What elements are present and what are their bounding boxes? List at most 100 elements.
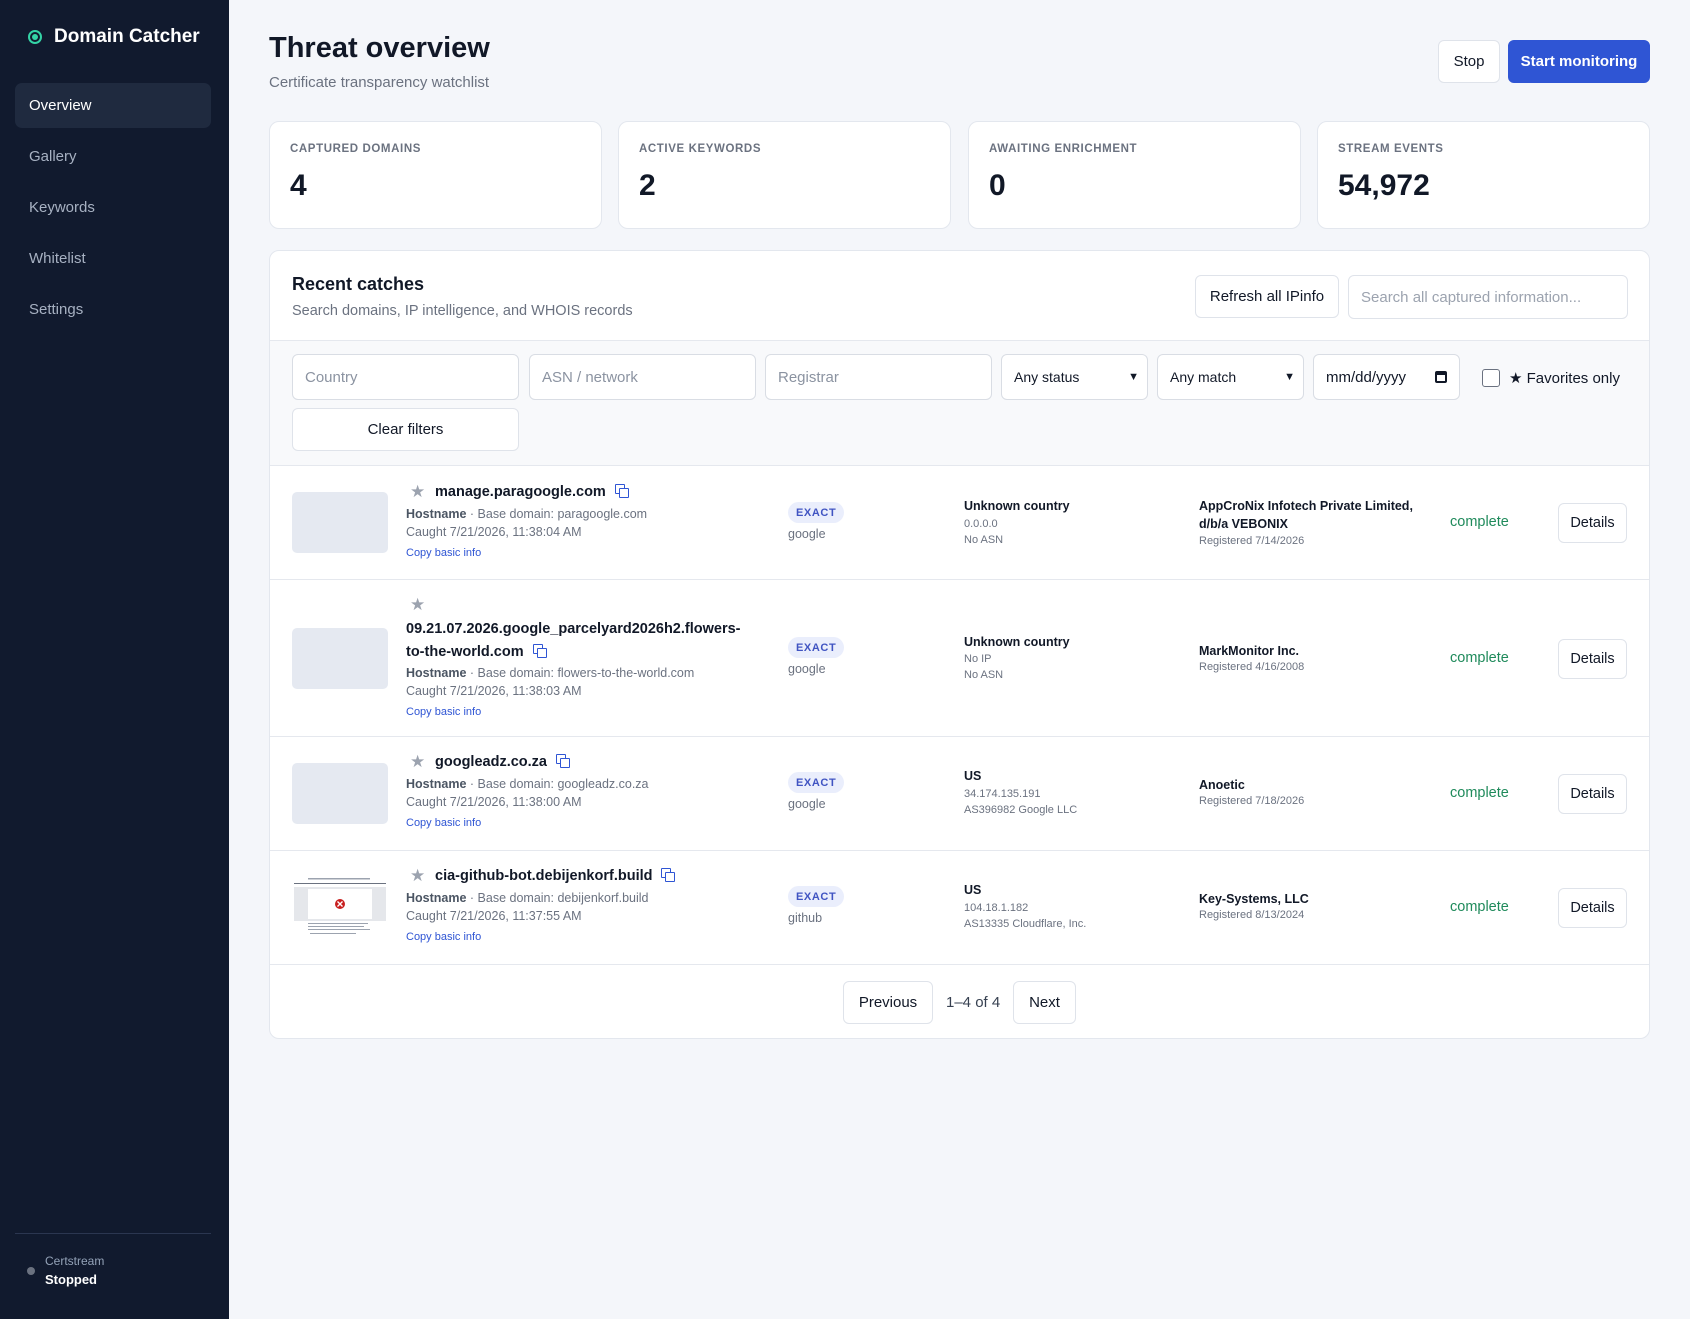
- status-badge: complete: [1450, 514, 1509, 530]
- clear-filters-button[interactable]: Clear filters: [292, 408, 519, 451]
- asn-filter-input[interactable]: ASN / network: [529, 354, 756, 400]
- table-row: ★ googleadz.co.za Hostname · Base domain…: [270, 737, 1649, 851]
- registered-date: Registered 7/18/2026: [1199, 795, 1305, 807]
- status-badge: complete: [1450, 650, 1509, 666]
- caught-time: Caught 7/21/2026, 11:38:00 AM: [406, 795, 582, 809]
- status-badge: complete: [1450, 785, 1509, 801]
- favorites-label: ★ Favorites only: [1509, 370, 1620, 387]
- copy-basic-info-link[interactable]: Copy basic info: [406, 931, 481, 943]
- caught-time: Caught 7/21/2026, 11:38:04 AM: [406, 525, 582, 539]
- registrar-filter-input[interactable]: Registrar: [765, 354, 992, 400]
- keyword: google: [788, 662, 826, 676]
- copy-basic-info-link[interactable]: Copy basic info: [406, 547, 481, 559]
- registered-date: Registered 8/13/2024: [1199, 909, 1305, 921]
- table-row: ★ 09.21.07.2026.google_parcelyard2026h2.…: [270, 580, 1649, 737]
- country: US: [964, 883, 982, 897]
- domain-name: googleadz.co.za: [435, 751, 765, 774]
- domain-name: 09.21.07.2026.google_parcelyard2026h2.fl…: [406, 621, 741, 660]
- star-icon[interactable]: ★: [410, 752, 425, 772]
- copy-icon[interactable]: [532, 644, 547, 658]
- status-dot-icon: [27, 1266, 35, 1275]
- country: US: [964, 769, 982, 783]
- details-button[interactable]: Details: [1558, 639, 1627, 679]
- caught-time: Caught 7/21/2026, 11:37:55 AM: [406, 909, 582, 923]
- sidebar-item-overview[interactable]: Overview: [15, 83, 211, 128]
- ip-address: No IP: [964, 653, 992, 665]
- refresh-ipinfo-button[interactable]: Refresh all IPinfo: [1195, 275, 1339, 318]
- country-filter-input[interactable]: Country: [292, 354, 519, 400]
- caught-time: Caught 7/21/2026, 11:38:03 AM: [406, 684, 582, 698]
- brand: Domain Catcher: [28, 26, 200, 48]
- screenshot-thumbnail[interactable]: [292, 492, 388, 553]
- details-button[interactable]: Details: [1558, 774, 1627, 814]
- favorites-only-toggle[interactable]: ★ Favorites only: [1482, 369, 1620, 387]
- country: Unknown country: [964, 499, 1070, 513]
- sidebar-item-keywords[interactable]: Keywords: [15, 185, 211, 230]
- star-icon[interactable]: ★: [410, 595, 425, 615]
- sidebar-item-whitelist[interactable]: Whitelist: [15, 236, 211, 281]
- previous-page-button[interactable]: Previous: [843, 981, 933, 1024]
- page-info: 1–4 of 4: [946, 994, 1001, 1011]
- table-row: ★ manage.paragoogle.com Hostname · Base …: [270, 466, 1649, 580]
- chevron-down-icon: ▼: [1128, 371, 1139, 383]
- search-input[interactable]: Search all captured information...: [1348, 275, 1628, 319]
- date-filter-input[interactable]: mm/dd/yyyy: [1313, 354, 1460, 400]
- domain-meta: Hostname · Base domain: paragoogle.com: [406, 507, 648, 521]
- keyword: github: [788, 911, 823, 925]
- details-button[interactable]: Details: [1558, 503, 1627, 543]
- stat-card-awaiting-enrichment: AWAITING ENRICHMENT 0: [968, 121, 1301, 229]
- asn: AS396982 Google LLC: [964, 804, 1078, 816]
- screenshot-thumbnail[interactable]: [292, 628, 388, 689]
- screenshot-thumbnail[interactable]: [292, 877, 388, 938]
- domain-meta: Hostname · Base domain: flowers-to-the-w…: [406, 666, 695, 680]
- copy-basic-info-link[interactable]: Copy basic info: [406, 706, 481, 718]
- asn: AS13335 Cloudflare, Inc.: [964, 918, 1087, 930]
- certstream-label: Certstream: [45, 1254, 105, 1268]
- match-select[interactable]: Any match ▼: [1157, 354, 1304, 400]
- registrar: AppCroNix Infotech Private Limited, d/b/…: [1199, 499, 1413, 531]
- keyword: google: [788, 527, 826, 541]
- ip-address: 104.18.1.182: [964, 902, 1029, 914]
- page-title: Threat overview: [269, 32, 490, 64]
- screenshot-thumbnail[interactable]: [292, 763, 388, 824]
- recent-catches-panel: Recent catches Search domains, IP intell…: [269, 250, 1650, 1039]
- copy-icon[interactable]: [614, 484, 629, 498]
- next-page-button[interactable]: Next: [1013, 981, 1076, 1024]
- match-badge: EXACT: [788, 502, 845, 523]
- stat-label: AWAITING ENRICHMENT: [989, 143, 1138, 155]
- stat-value: 54,972: [1338, 169, 1430, 202]
- panel-subtitle: Search domains, IP intelligence, and WHO…: [292, 303, 633, 319]
- keyword: google: [788, 797, 826, 811]
- sidebar-item-settings[interactable]: Settings: [15, 287, 211, 332]
- details-button[interactable]: Details: [1558, 888, 1627, 928]
- sidebar-item-gallery[interactable]: Gallery: [15, 134, 211, 179]
- asn: No ASN: [964, 534, 1004, 546]
- star-icon[interactable]: ★: [410, 866, 425, 886]
- stop-button[interactable]: Stop: [1438, 40, 1500, 83]
- sidebar-nav: Overview Gallery Keywords Whitelist Sett…: [15, 83, 211, 338]
- star-icon[interactable]: ★: [410, 482, 425, 502]
- date-placeholder: mm/dd/yyyy: [1326, 368, 1407, 386]
- asn: No ASN: [964, 669, 1004, 681]
- domain-name: manage.paragoogle.com: [435, 481, 765, 504]
- copy-basic-info-link[interactable]: Copy basic info: [406, 817, 481, 829]
- page-screenshot-image: [292, 877, 388, 938]
- copy-icon[interactable]: [661, 868, 676, 882]
- copy-icon[interactable]: [556, 754, 570, 768]
- status-select[interactable]: Any status ▼: [1001, 354, 1148, 400]
- match-badge: EXACT: [788, 772, 845, 793]
- registrar: Anoetic: [1199, 778, 1245, 792]
- match-badge: EXACT: [788, 886, 845, 907]
- domain-name: cia-github-bot.debijenkorf.build: [435, 865, 765, 888]
- panel-title: Recent catches: [292, 274, 425, 294]
- start-monitoring-button[interactable]: Start monitoring: [1508, 40, 1650, 83]
- calendar-icon[interactable]: [1435, 371, 1447, 383]
- stat-card-active-keywords: ACTIVE KEYWORDS 2: [618, 121, 951, 229]
- registered-date: Registered 7/14/2026: [1199, 535, 1305, 547]
- registrar: MarkMonitor Inc.: [1199, 644, 1300, 658]
- stat-value: 4: [290, 169, 307, 202]
- stat-value: 0: [989, 169, 1006, 202]
- favorites-checkbox[interactable]: [1482, 369, 1500, 387]
- registered-date: Registered 4/16/2008: [1199, 661, 1305, 673]
- ip-address: 34.174.135.191: [964, 788, 1041, 800]
